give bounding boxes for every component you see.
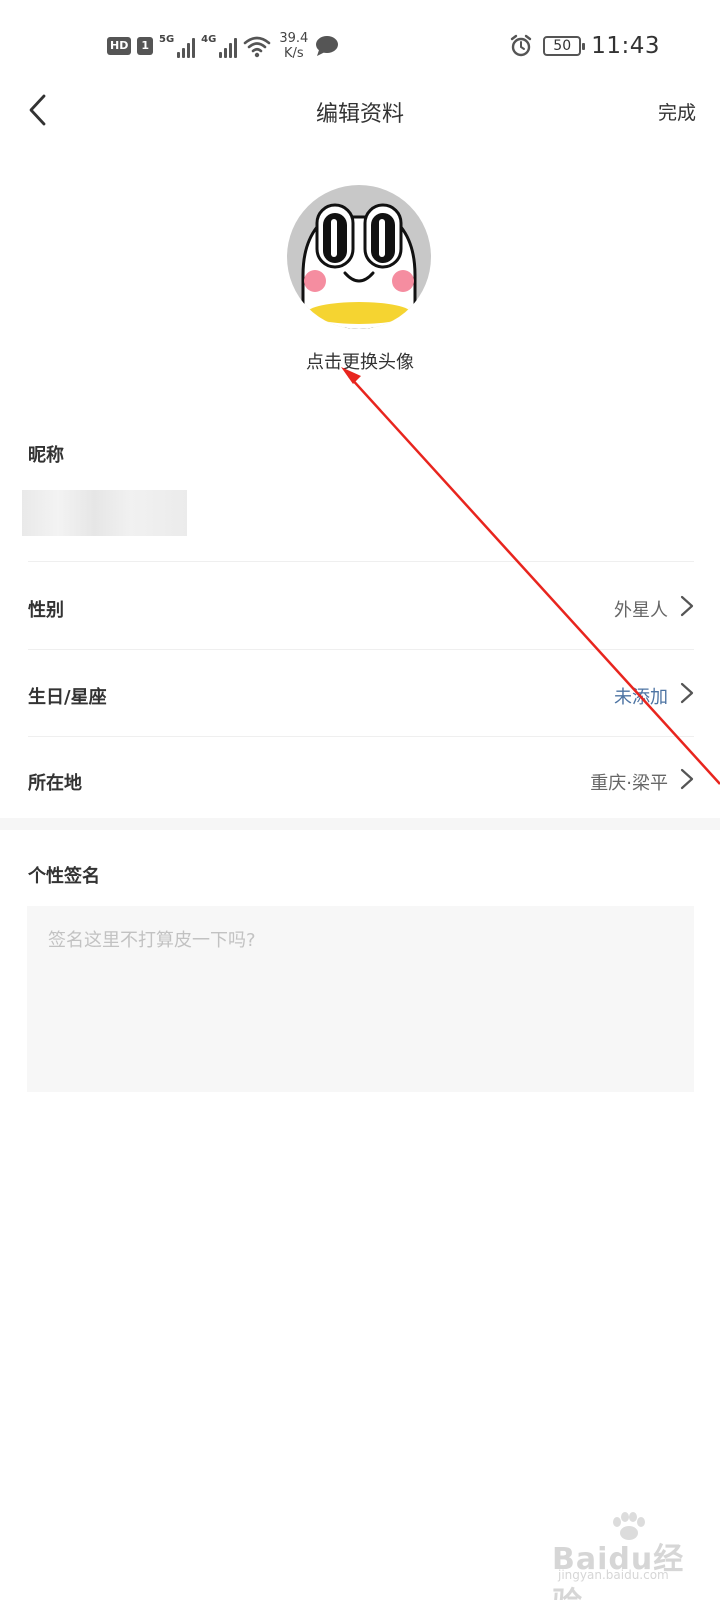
divider	[28, 561, 694, 562]
gender-row[interactable]: 性别 外星人	[28, 565, 694, 649]
speed-value: 39.4	[279, 31, 309, 46]
birthday-value: 未添加	[614, 687, 668, 708]
watermark-brand: Baidu经验	[552, 1542, 685, 1600]
status-right: 50 11:43	[509, 30, 660, 62]
hd-badge: HD	[107, 37, 132, 55]
signature-label: 个性签名	[28, 866, 100, 887]
watermark: Baidu经验 jingyan.baidu.com	[552, 1512, 712, 1600]
speed-unit: K/s	[283, 46, 304, 61]
divider	[28, 649, 694, 650]
nickname-field[interactable]	[22, 490, 187, 536]
watermark-url: jingyan.baidu.com	[558, 1568, 669, 1582]
status-bar: HD 1 5G 4G 39.4 K/s 50 11:43	[0, 0, 720, 90]
avatar[interactable]	[287, 185, 431, 329]
network-speed: 39.4 K/s	[279, 31, 308, 61]
section-divider	[0, 818, 720, 830]
alarm-icon	[511, 34, 532, 57]
birthday-label: 生日/星座	[28, 687, 107, 708]
location-value: 重庆·梁平	[590, 773, 668, 794]
battery-icon: 50	[543, 36, 586, 56]
location-row[interactable]: 所在地 重庆·梁平	[28, 738, 694, 822]
signal-icon: 5G	[159, 34, 196, 58]
avatar-image	[287, 185, 431, 329]
clock: 11:43	[591, 33, 660, 59]
nickname-label: 昵称	[28, 445, 64, 466]
gender-label: 性别	[28, 600, 64, 621]
done-button[interactable]: 完成	[658, 98, 696, 125]
divider	[28, 736, 694, 737]
signature-input[interactable]	[27, 906, 694, 1092]
network-5g-label: 5G	[159, 34, 175, 45]
sim-badge: 1	[137, 37, 153, 55]
network-4g-label: 4G	[201, 34, 217, 45]
nav-bar: 编辑资料 完成	[0, 80, 720, 140]
status-left: HD 1 5G 4G 39.4 K/s	[107, 30, 340, 62]
chevron-right-icon	[680, 595, 694, 617]
page-title: 编辑资料	[315, 102, 404, 127]
birthday-row[interactable]: 生日/星座 未添加	[28, 652, 694, 736]
location-label: 所在地	[28, 773, 82, 794]
chevron-right-icon	[680, 682, 694, 704]
gender-value: 外星人	[614, 600, 668, 621]
wifi-icon	[244, 36, 271, 58]
signal-icon: 4G	[201, 34, 238, 58]
change-avatar-link[interactable]: 点击更换头像	[0, 348, 720, 374]
chevron-right-icon	[680, 768, 694, 790]
message-icon	[316, 36, 339, 56]
